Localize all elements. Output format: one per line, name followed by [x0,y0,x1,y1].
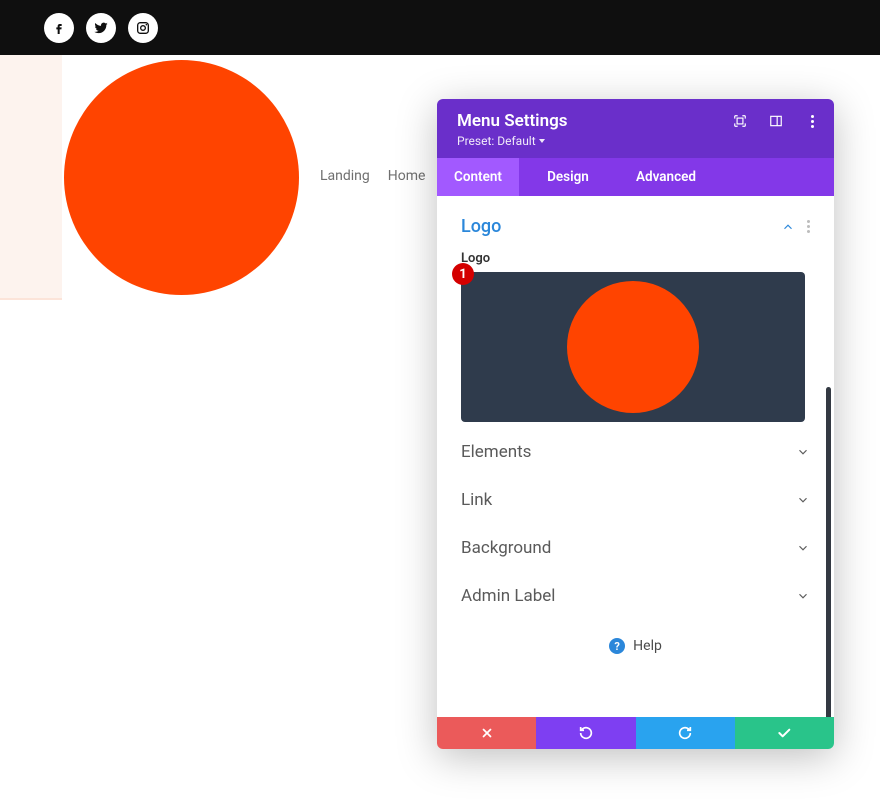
preset-selector[interactable]: Preset: Default [457,134,814,148]
twitter-icon[interactable] [86,13,116,43]
instagram-icon[interactable] [128,13,158,43]
section-background-title: Background [461,538,551,558]
logo-upload[interactable]: 1 [461,272,805,422]
section-admin-label-title: Admin Label [461,586,555,606]
chevron-down-icon [796,445,810,459]
settings-tabs: Content Design Advanced [437,158,834,196]
chevron-up-icon[interactable] [781,220,795,234]
more-icon[interactable] [804,113,820,129]
section-logo: Logo Logo 1 [437,196,834,428]
menu-settings-modal: Menu Settings Preset: Default Content De… [437,99,834,749]
site-logo[interactable] [64,60,299,295]
chevron-down-icon [539,139,545,143]
modal-header[interactable]: Menu Settings Preset: Default [437,99,834,158]
section-background[interactable]: Background [437,524,834,572]
help-link[interactable]: ? Help [437,620,834,662]
section-admin-label[interactable]: Admin Label [437,572,834,620]
modal-body: Logo Logo 1 Elements Link Bac [437,196,834,717]
redo-button[interactable] [636,717,735,749]
section-more-icon[interactable] [807,220,810,233]
section-link[interactable]: Link [437,476,834,524]
tab-content[interactable]: Content [437,158,519,196]
nav-item-home[interactable]: Home [388,168,426,184]
help-label: Help [633,638,662,654]
facebook-icon[interactable] [44,13,74,43]
expand-icon[interactable] [732,113,748,129]
section-logo-title[interactable]: Logo [461,216,501,237]
logo-field-label: Logo [461,251,810,266]
nav-item-landing[interactable]: Landing [320,168,370,184]
preset-label: Preset: Default [457,134,536,148]
tab-advanced[interactable]: Advanced [617,158,715,196]
help-icon: ? [609,638,625,654]
save-button[interactable] [735,717,834,749]
step-badge: 1 [452,263,474,285]
logo-preview [567,281,699,413]
tab-design[interactable]: Design [519,158,617,196]
section-elements[interactable]: Elements [437,428,834,476]
scrollbar[interactable] [826,387,831,717]
chevron-down-icon [796,493,810,507]
main-nav: Landing Home A [320,168,453,184]
section-link-title: Link [461,490,492,510]
section-elements-title: Elements [461,442,531,462]
undo-button[interactable] [536,717,635,749]
panel-icon[interactable] [768,113,784,129]
chevron-down-icon [796,589,810,603]
chevron-down-icon [796,541,810,555]
cancel-button[interactable] [437,717,536,749]
top-social-bar [0,0,880,55]
modal-footer [437,717,834,749]
